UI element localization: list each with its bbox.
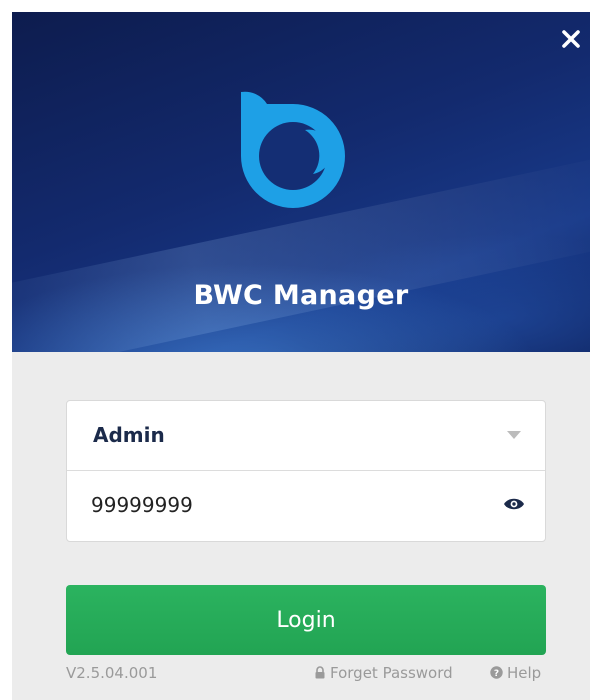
- svg-text:?: ?: [494, 669, 499, 679]
- footer: V2.5.04.001 Forget Password ? Help: [66, 664, 546, 688]
- login-form: Admin: [66, 400, 546, 542]
- login-button[interactable]: Login: [66, 585, 546, 655]
- chevron-down-icon[interactable]: [507, 431, 521, 439]
- password-field[interactable]: [91, 485, 471, 525]
- forgot-password-label: Forget Password: [330, 664, 453, 682]
- username-select[interactable]: Admin: [67, 401, 545, 471]
- username-value: Admin: [93, 423, 165, 447]
- help-link[interactable]: ? Help: [490, 664, 541, 683]
- close-icon[interactable]: [558, 26, 584, 52]
- password-row: [67, 471, 545, 540]
- login-window: BWC Manager Admin Login V2.5.04.001: [12, 12, 590, 700]
- help-label: Help: [507, 664, 542, 682]
- app-title: BWC Manager: [193, 280, 409, 311]
- version-label: V2.5.04.001: [66, 664, 158, 682]
- help-circle-icon: ?: [490, 665, 503, 683]
- forgot-password-link[interactable]: Forget Password: [314, 664, 453, 683]
- lock-icon: [314, 665, 326, 683]
- app-logo: [237, 90, 347, 212]
- header-banner: BWC Manager: [12, 12, 590, 352]
- eye-icon[interactable]: [503, 496, 525, 512]
